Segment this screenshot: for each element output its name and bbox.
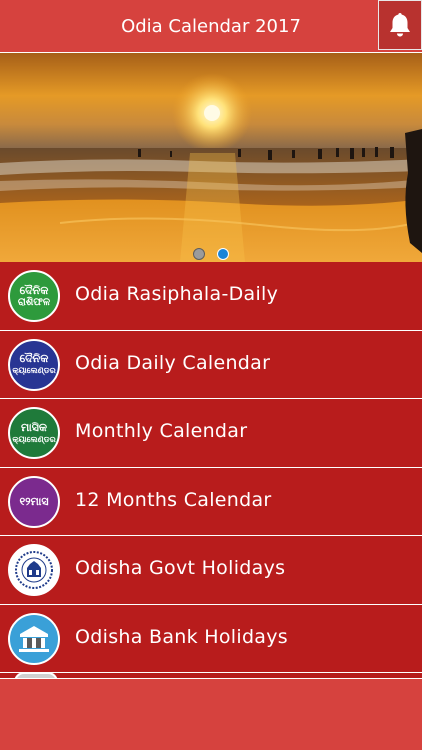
menu-item-label: 12 Months Calendar xyxy=(75,488,272,511)
rasiphala-badge-icon: ଦୈନିକ ରାଶିଫଳ xyxy=(8,270,60,322)
menu-item-monthly-calendar[interactable]: ମାସିକ କ୍ୟାଲେଣ୍ଡର Monthly Calendar xyxy=(0,399,422,468)
bell-icon xyxy=(390,13,410,37)
monthly-calendar-badge-icon: ମାସିକ କ୍ୟାଲେଣ୍ଡର xyxy=(8,407,60,459)
main-menu: ଦୈନିକ ରାଶିଫଳ Odia Rasiphala-Daily ଦୈନିକ … xyxy=(0,262,422,673)
icon-text-line2: କ୍ୟାଲେଣ୍ଡର xyxy=(12,434,56,444)
carousel-dot-2[interactable] xyxy=(217,248,229,260)
icon-text-line2: କ୍ୟାଲେଣ୍ଡର xyxy=(12,366,56,375)
icon-text-line1: ଦୈନିକ xyxy=(19,283,49,297)
menu-item-govt-holidays[interactable]: Odisha Govt Holidays xyxy=(0,536,422,605)
menu-item-label: Odia Rasiphala-Daily xyxy=(75,283,279,305)
odisha-govt-emblem-icon xyxy=(8,544,60,596)
daily-calendar-badge-icon: ଦୈନିକ କ୍ୟାଲେଣ୍ଡର xyxy=(8,338,60,391)
menu-item-daily-calendar[interactable]: ଦୈନିକ କ୍ୟାଲେଣ୍ଡର Odia Daily Calendar xyxy=(0,330,422,399)
menu-item-bank-holidays[interactable]: Odisha Bank Holidays xyxy=(0,604,422,673)
menu-item-label: Odisha Bank Holidays xyxy=(75,625,288,648)
footer-bar xyxy=(0,678,422,750)
banner-carousel[interactable] xyxy=(0,53,422,262)
app-header: Odia Calendar 2017 xyxy=(0,0,422,53)
icon-text-line1: ଦୈନିକ xyxy=(19,352,49,365)
menu-item-rasiphala-daily[interactable]: ଦୈନିକ ରାଶିଫଳ Odia Rasiphala-Daily xyxy=(0,262,422,331)
twelve-months-badge-icon: ୧୨ମାସ xyxy=(8,475,60,528)
menu-item-12-months-calendar[interactable]: ୧୨ମାସ 12 Months Calendar xyxy=(0,467,422,536)
notifications-button[interactable] xyxy=(378,0,422,50)
bank-building-icon xyxy=(8,612,60,665)
app-title: Odia Calendar 2017 xyxy=(121,16,301,37)
menu-item-label: Odia Daily Calendar xyxy=(75,351,271,374)
sunset-beach-photo xyxy=(0,53,422,262)
carousel-dot-1[interactable] xyxy=(193,248,205,260)
icon-text-line2: ରାଶିଫଳ xyxy=(17,296,51,308)
menu-item-label: Odisha Govt Holidays xyxy=(75,557,286,579)
menu-item-label: Monthly Calendar xyxy=(75,420,248,442)
icon-text-line1: ମାସିକ xyxy=(20,420,48,434)
icon-text-line1: ୧୨ମାସ xyxy=(19,495,49,508)
